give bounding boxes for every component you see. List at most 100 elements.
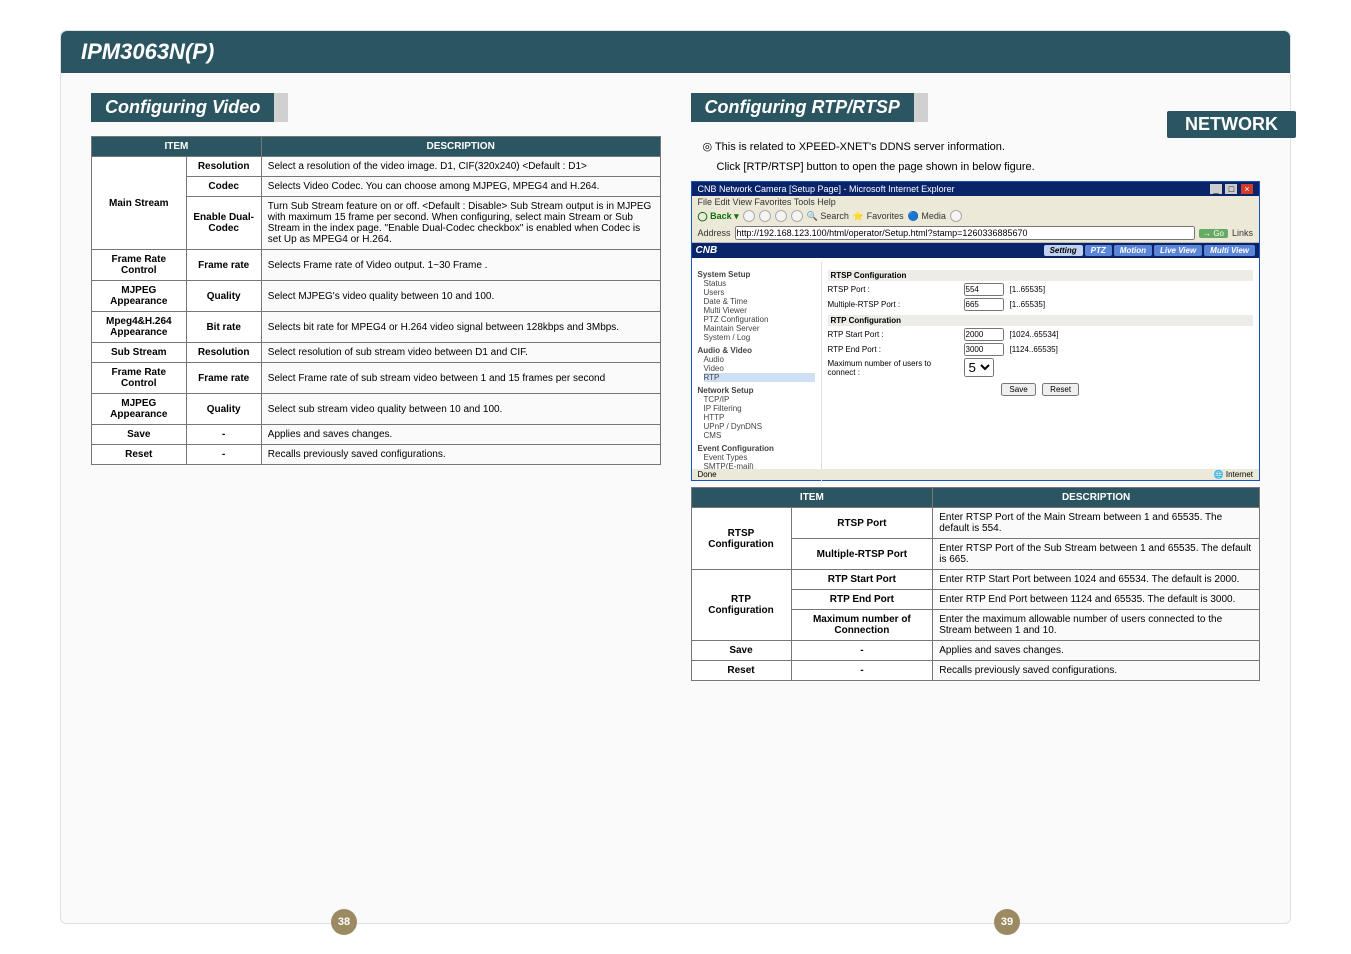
nav-cms[interactable]: CMS	[704, 431, 815, 440]
group-rtp-config: RTP Configuration	[691, 570, 791, 641]
nav-networksetup: Network Setup	[698, 386, 815, 395]
nav-datetime[interactable]: Date & Time	[704, 297, 815, 306]
back-button[interactable]: ◯ Back ▾	[698, 211, 739, 222]
address-bar: Address → Go Links	[692, 224, 1260, 243]
setup-body: System Setup Status Users Date & Time Mu…	[692, 262, 1260, 482]
nav-audio[interactable]: Audio	[704, 355, 815, 364]
reset-button[interactable]: Reset	[1042, 383, 1079, 396]
close-icon[interactable]: ×	[1241, 184, 1253, 194]
desc-multi-rtsp: Enter RTSP Port of the Sub Stream betwee…	[933, 539, 1260, 570]
group-substream: Sub Stream	[92, 343, 187, 363]
maximize-icon[interactable]: □	[1225, 184, 1237, 194]
item-resolution: Resolution	[186, 157, 261, 177]
desc-bitrate: Selects bit rate for MPEG4 or H.264 vide…	[261, 312, 660, 343]
nav-rtp[interactable]: RTP	[704, 373, 815, 382]
desc-reset: Recalls previously saved configurations.	[261, 445, 660, 465]
item-rtsp-port: RTSP Port	[791, 508, 933, 539]
nav-ptzconfig[interactable]: PTZ Configuration	[704, 315, 815, 324]
intro-line-2: Click [RTP/RTSP] button to open the page…	[717, 161, 1261, 173]
search-button[interactable]: 🔍 Search	[807, 211, 849, 222]
content: Configuring Video ITEM DESCRIPTION Main …	[61, 73, 1290, 711]
tab-ptz[interactable]: PTZ	[1085, 245, 1112, 256]
nav-multiviewer[interactable]: Multi Viewer	[704, 306, 815, 315]
tab-multiview[interactable]: Multi View	[1204, 245, 1255, 256]
rtp-col-desc: DESCRIPTION	[933, 488, 1260, 508]
rtp-end-label: RTP End Port :	[828, 345, 958, 354]
desc-resolution: Select a resolution of the video image. …	[261, 157, 660, 177]
minimize-icon[interactable]: _	[1210, 184, 1222, 194]
history-icon[interactable]	[950, 210, 962, 222]
item-save: -	[186, 425, 261, 445]
nav-syslog[interactable]: System / Log	[704, 333, 815, 342]
favorites-button[interactable]: ⭐ Favorites	[853, 211, 904, 222]
nav-status[interactable]: Status	[704, 279, 815, 288]
stop-icon[interactable]	[759, 210, 771, 222]
desc-sub-resolution: Select resolution of sub stream video be…	[261, 343, 660, 363]
group-framerate-ctrl: Frame Rate Control	[92, 250, 187, 281]
nav-tcpip[interactable]: TCP/IP	[704, 395, 815, 404]
desc-framerate: Selects Frame rate of Video output. 1~30…	[261, 250, 660, 281]
nav-ipfilter[interactable]: IP Filtering	[704, 404, 815, 413]
max-users-select[interactable]: 5	[964, 358, 994, 377]
item-sub-framerate: Frame rate	[186, 363, 261, 394]
cnb-logo: CNB	[696, 245, 718, 256]
right-column: Configuring RTP/RTSP ◎ This is related t…	[691, 93, 1261, 691]
col-item: ITEM	[92, 137, 262, 157]
item-reset: -	[186, 445, 261, 465]
links-label[interactable]: Links	[1232, 228, 1253, 238]
desc-dualcodec: Turn Sub Stream feature on or off. <Defa…	[261, 197, 660, 250]
multi-rtsp-input[interactable]	[964, 298, 1004, 311]
forward-button[interactable]	[743, 210, 755, 222]
left-column: Configuring Video ITEM DESCRIPTION Main …	[91, 93, 661, 691]
cnb-header-row: CNB Setting PTZ Motion Live View Multi V…	[692, 243, 1260, 258]
refresh-icon[interactable]	[775, 210, 787, 222]
app-tabs: Setting PTZ Motion Live View Multi View	[1044, 245, 1255, 256]
right-section-title: Configuring RTP/RTSP	[691, 93, 928, 122]
rtsp-port-input[interactable]	[964, 283, 1004, 296]
nav-maintain[interactable]: Maintain Server	[704, 324, 815, 333]
desc-max-conn: Enter the maximum allowable number of us…	[933, 610, 1260, 641]
group-reset: Reset	[92, 445, 187, 465]
item-bitrate: Bit rate	[186, 312, 261, 343]
item-framerate: Frame rate	[186, 250, 261, 281]
nav-video[interactable]: Video	[704, 364, 815, 373]
rtp-end-input[interactable]	[964, 343, 1004, 356]
window-title: CNB Network Camera [Setup Page] - Micros…	[698, 184, 955, 194]
nav-upnp[interactable]: UPnP / DynDNS	[704, 422, 815, 431]
tab-liveview[interactable]: Live View	[1154, 245, 1202, 256]
address-input[interactable]	[735, 226, 1196, 240]
save-button[interactable]: Save	[1001, 383, 1035, 396]
window-titlebar: CNB Network Camera [Setup Page] - Micros…	[692, 182, 1260, 196]
group-mjpeg-app2: MJPEG Appearance	[92, 394, 187, 425]
nav-audiovideo: Audio & Video	[698, 346, 815, 355]
tab-motion[interactable]: Motion	[1114, 245, 1152, 256]
page-number-right: 39	[994, 909, 1020, 935]
item-rtp-start: RTP Start Port	[791, 570, 933, 590]
go-button[interactable]: → Go	[1199, 229, 1228, 238]
nav-users[interactable]: Users	[704, 288, 815, 297]
video-spec-table: ITEM DESCRIPTION Main Stream Resolution …	[91, 136, 661, 465]
max-users-label: Maximum number of users to connect :	[828, 359, 958, 377]
item-codec: Codec	[186, 177, 261, 197]
media-button[interactable]: 🔵 Media	[908, 211, 946, 222]
nav-http[interactable]: HTTP	[704, 413, 815, 422]
setup-nav: System Setup Status Users Date & Time Mu…	[692, 262, 822, 482]
home-icon[interactable]	[791, 210, 803, 222]
rtp-start-hint: [1024..65534]	[1010, 330, 1059, 339]
item-reset2: -	[791, 661, 933, 681]
embedded-screenshot: CNB Network Camera [Setup Page] - Micros…	[691, 181, 1261, 481]
group-mjpeg-app: MJPEG Appearance	[92, 281, 187, 312]
item-quality: Quality	[186, 281, 261, 312]
left-section-title: Configuring Video	[91, 93, 288, 122]
item-max-conn: Maximum number of Connection	[791, 610, 933, 641]
multi-rtsp-hint: [1..65535]	[1010, 300, 1046, 309]
page-number-left: 38	[331, 909, 357, 935]
menu-bar[interactable]: File Edit View Favorites Tools Help	[692, 196, 1260, 208]
desc-reset2: Recalls previously saved configurations.	[933, 661, 1260, 681]
address-label: Address	[698, 228, 731, 238]
group-save: Save	[92, 425, 187, 445]
status-zone: 🌐 Internet	[1214, 470, 1253, 479]
tab-setting[interactable]: Setting	[1044, 245, 1083, 256]
rtp-start-input[interactable]	[964, 328, 1004, 341]
nav-eventtypes[interactable]: Event Types	[704, 453, 815, 462]
